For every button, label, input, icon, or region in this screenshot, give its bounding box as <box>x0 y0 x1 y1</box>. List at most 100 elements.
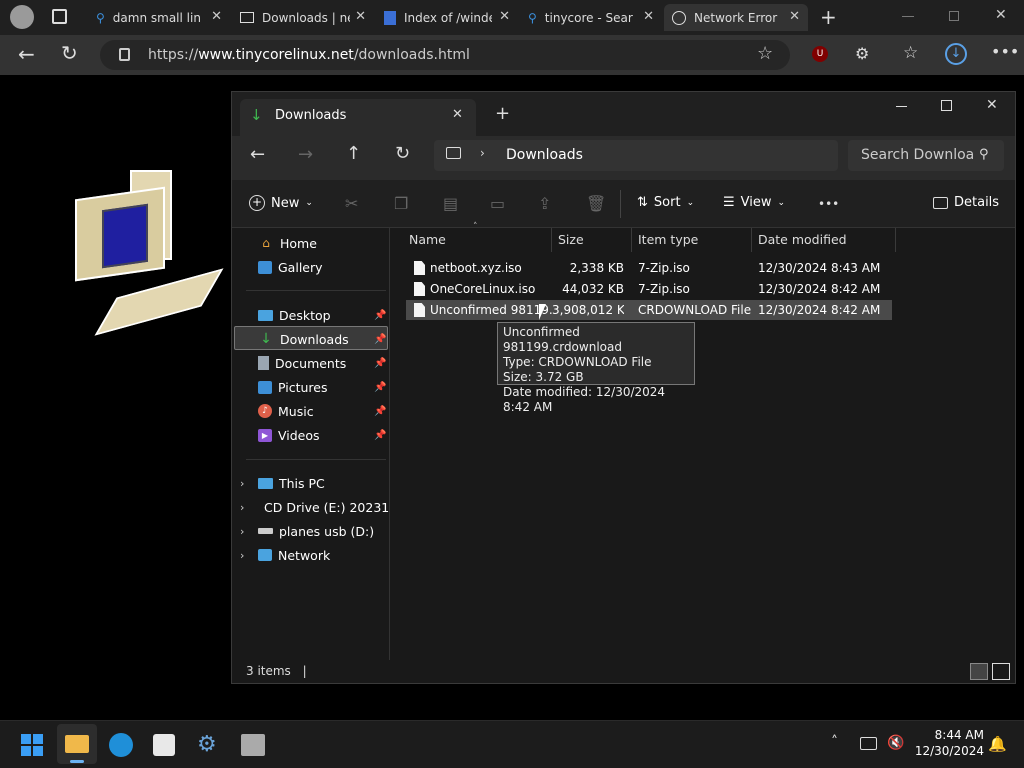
close-tab-icon[interactable]: ✕ <box>452 107 463 122</box>
pin-icon[interactable]: 📌 <box>374 382 386 393</box>
close-window-icon[interactable]: ✕ <box>986 97 998 113</box>
favorites-icon[interactable]: ☆ <box>903 43 918 63</box>
volume-muted-icon[interactable]: 🔇 <box>887 735 904 751</box>
browser-tab-1[interactable]: ⚲ damn small lin ✕ <box>88 4 230 31</box>
file-name: Unconfirmed 98119... <box>430 303 554 317</box>
pin-icon[interactable]: 📌 <box>374 358 386 369</box>
close-tab-icon[interactable]: ✕ <box>355 9 366 24</box>
file-name: netboot.xyz.iso <box>430 261 522 275</box>
sidebar-item-gallery[interactable]: Gallery <box>240 255 390 279</box>
file-row[interactable]: netboot.xyz.iso 2,338 KB 7-Zip.iso 12/30… <box>406 258 892 278</box>
view-button[interactable]: ☰ View ⌄ <box>723 195 785 210</box>
sidebar-item-documents[interactable]: Documents 📌 <box>240 351 390 375</box>
maximize-icon[interactable] <box>941 100 952 111</box>
paste-icon[interactable]: ▤ <box>443 194 458 213</box>
minimize-icon[interactable] <box>896 106 907 107</box>
file-explorer-icon <box>65 735 89 753</box>
minimize-icon[interactable] <box>902 16 914 17</box>
store-icon[interactable] <box>153 734 175 756</box>
favorite-star-icon[interactable]: ☆ <box>757 43 773 64</box>
chevron-right-icon[interactable]: › <box>240 477 244 490</box>
forward-icon[interactable]: → <box>298 144 313 165</box>
pin-icon[interactable]: 📌 <box>374 310 386 321</box>
restore-icon[interactable] <box>949 11 959 21</box>
sidebar-item-downloads[interactable]: ↓ Downloads 📌 <box>240 327 390 351</box>
start-button-icon[interactable] <box>21 734 43 756</box>
explorer-tab-downloads[interactable]: Downloads <box>240 99 476 136</box>
column-header-label: Size <box>558 232 584 247</box>
search-placeholder: Search Downloa <box>861 147 975 163</box>
profile-avatar[interactable] <box>10 5 34 29</box>
share-icon[interactable]: ⇪ <box>538 194 551 213</box>
up-icon[interactable]: ↑ <box>346 143 361 164</box>
back-icon[interactable]: ← <box>250 144 265 165</box>
details-view-icon[interactable] <box>970 663 988 680</box>
new-tab-icon[interactable]: + <box>495 103 510 124</box>
new-tab-icon[interactable]: + <box>820 5 837 29</box>
url-field[interactable]: https://www.tinycorelinux.net/downloads.… <box>100 40 790 70</box>
pin-icon[interactable]: 📌 <box>374 406 386 417</box>
sidebar-item-home[interactable]: ⌂ Home <box>240 231 390 255</box>
file-size: 44,032 KB <box>562 282 624 296</box>
sidebar-item-usb-drive[interactable]: › planes usb (D:) <box>240 519 390 543</box>
column-header-type[interactable]: Item type <box>632 228 752 252</box>
chevron-right-icon[interactable]: › <box>240 549 244 562</box>
browser-tab-2[interactable]: Downloads | ne ✕ <box>232 4 374 31</box>
pc-icon <box>258 477 273 489</box>
cut-icon[interactable]: ✂ <box>345 194 358 213</box>
rename-icon[interactable]: ▭ <box>490 194 505 213</box>
details-button[interactable]: Details <box>933 195 999 210</box>
sidebar-item-music[interactable]: ♪ Music 📌 <box>240 399 390 423</box>
column-header-size[interactable]: Size <box>552 228 632 252</box>
copy-icon[interactable]: ❐ <box>394 194 408 213</box>
notifications-bell-icon[interactable]: 🔔 <box>988 735 1007 753</box>
refresh-icon[interactable]: ↻ <box>395 143 410 164</box>
network-status-icon[interactable] <box>860 737 877 750</box>
search-icon: ⚲ <box>96 10 105 25</box>
browser-tab-4[interactable]: ⚲ tinycore - Searc ✕ <box>520 4 662 31</box>
column-header-date[interactable]: Date modified <box>752 228 896 252</box>
sidebar-item-network[interactable]: › Network <box>240 543 390 567</box>
close-tab-icon[interactable]: ✕ <box>499 9 510 24</box>
column-header-name[interactable]: Name <box>403 228 552 252</box>
close-window-icon[interactable]: ✕ <box>995 7 1007 23</box>
large-icons-view-icon[interactable] <box>992 663 1010 680</box>
view-list-icon: ☰ <box>723 195 735 210</box>
lock-icon[interactable] <box>119 48 130 61</box>
chevron-right-icon[interactable]: › <box>240 525 244 538</box>
close-tab-icon[interactable]: ✕ <box>643 9 654 24</box>
delete-icon[interactable]: 🗑 <box>586 194 606 213</box>
sort-button[interactable]: ⇅ Sort ⌄ <box>637 195 694 210</box>
back-icon[interactable]: ← <box>18 42 35 66</box>
more-options-button[interactable]: ••• <box>818 197 839 211</box>
active-app-indicator <box>70 760 84 763</box>
extension-badge-icon[interactable]: U <box>812 46 828 62</box>
show-hidden-icons[interactable]: ˄ <box>831 734 838 750</box>
close-tab-icon[interactable]: ✕ <box>211 9 222 24</box>
browser-tab-3[interactable]: Index of /winde ✕ <box>376 4 518 31</box>
chevron-right-icon[interactable]: › <box>240 501 244 514</box>
browser-tab-5[interactable]: Network Error ✕ <box>664 4 808 31</box>
sidebar-item-cd-drive[interactable]: › CD Drive (E:) 2023110 <box>240 495 389 519</box>
sidebar-item-this-pc[interactable]: › This PC <box>240 471 390 495</box>
new-button[interactable]: + New ⌄ <box>249 195 313 211</box>
more-menu-icon[interactable]: ••• <box>991 42 1019 61</box>
file-row[interactable]: Unconfirmed 98119... 3,908,012 KB CRDOWN… <box>406 300 892 320</box>
system-clock[interactable]: 8:44 AM 12/30/2024 <box>910 727 984 759</box>
pin-icon[interactable]: 📌 <box>374 334 386 345</box>
sidebar-item-videos[interactable]: ▶ Videos 📌 <box>240 423 390 447</box>
edge-icon[interactable] <box>109 733 133 757</box>
breadcrumb[interactable]: Downloads <box>434 140 838 171</box>
sidebar-item-pictures[interactable]: Pictures 📌 <box>240 375 390 399</box>
pin-icon[interactable]: 📌 <box>374 430 386 441</box>
close-tab-icon[interactable]: ✕ <box>789 9 800 24</box>
reload-icon[interactable]: ↻ <box>61 41 78 65</box>
virtual-machine-icon[interactable] <box>241 734 265 756</box>
downloads-icon[interactable]: ↓ <box>945 43 967 65</box>
extensions-icon[interactable]: ⚙ <box>855 44 869 63</box>
desktop-icon <box>258 309 273 321</box>
tab-actions-icon[interactable] <box>52 9 67 24</box>
sidebar-item-desktop[interactable]: Desktop 📌 <box>240 303 390 327</box>
file-row[interactable]: OneCoreLinux.iso 44,032 KB 7-Zip.iso 12/… <box>406 279 892 299</box>
settings-icon[interactable]: ⚙ <box>197 732 217 757</box>
